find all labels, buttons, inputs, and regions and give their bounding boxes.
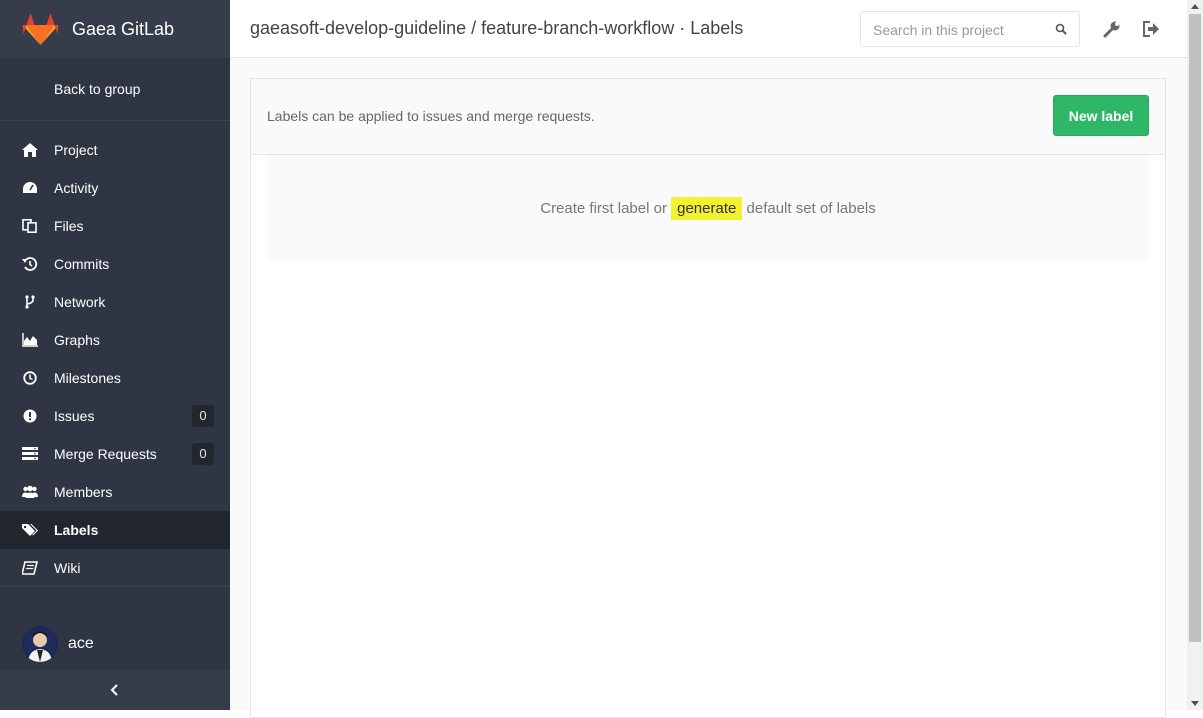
area-chart-icon [22,333,38,347]
page-scrollbar[interactable] [1187,0,1203,710]
history-icon [22,257,38,271]
sidebar-item-label: Project [54,142,98,158]
sidebar-item-merge-requests[interactable]: Merge Requests 0 [0,435,230,473]
sidebar-item-label: Issues [54,408,95,424]
current-user[interactable]: ace [0,618,230,670]
scroll-up-arrow-icon[interactable] [1191,4,1199,9]
sidebar-item-files[interactable]: Files [0,207,230,245]
sidebar-item-label: Merge Requests [54,446,157,462]
collapse-sidebar-button[interactable] [0,670,230,710]
sidebar-item-issues[interactable]: Issues 0 [0,397,230,435]
avatar-image-icon [22,626,58,662]
page-title: gaeasoft-develop-guideline / feature-bra… [250,18,744,38]
sidebar-item-label: Members [54,484,113,500]
main-content: Labels can be applied to issues and merg… [230,58,1187,718]
wrench-icon[interactable] [1103,20,1121,38]
app-name: Gaea GitLab [72,18,175,39]
labels-description: Labels can be applied to issues and merg… [267,108,595,124]
clock-icon [23,371,37,385]
labels-header: Labels can be applied to issues and merg… [251,79,1165,155]
sidebar-item-labels[interactable]: Labels [0,511,230,549]
sidebar-item-label: Graphs [54,332,100,348]
book-icon [22,561,38,575]
sidebar-item-label: Labels [54,522,99,538]
sidebar-item-label: Wiki [54,560,81,576]
sidebar-item-label: Activity [54,180,99,196]
sidebar: Gaea GitLab Back to group Project Activi… [0,0,230,710]
gitlab-logo-icon [22,13,59,45]
scroll-down-arrow-icon[interactable] [1191,701,1199,706]
new-label-button[interactable]: New label [1053,95,1149,136]
merge-request-icon [22,447,38,460]
search-icon [1055,23,1067,35]
empty-state-message: Create first label or generate default s… [267,197,1149,220]
sidebar-item-network[interactable]: Network [0,283,230,321]
sidebar-item-activity[interactable]: Activity [0,169,230,207]
sidebar-item-label: Milestones [54,370,121,386]
scrollbar-thumb[interactable] [1189,14,1201,642]
chevron-left-icon [110,684,118,696]
sidebar-item-members[interactable]: Members [0,473,230,511]
users-icon [22,485,38,498]
labels-panel: Labels can be applied to issues and merg… [250,78,1166,718]
empty-state: Create first label or generate default s… [267,155,1149,260]
brand-header[interactable]: Gaea GitLab [0,0,230,58]
code-fork-icon [25,295,35,309]
home-icon [22,143,38,157]
sign-out-icon[interactable] [1142,20,1160,38]
tags-icon [22,524,38,536]
sidebar-item-project[interactable]: Project [0,131,230,169]
top-header: gaeasoft-develop-guideline / feature-bra… [230,0,1187,58]
search-input[interactable] [871,13,1055,47]
sidebar-item-label: Network [54,294,106,310]
sidebar-item-milestones[interactable]: Milestones [0,359,230,397]
sidebar-item-graphs[interactable]: Graphs [0,321,230,359]
sidebar-nav: Project Activity Files Commits Network G… [0,121,230,587]
empty-state-prefix: Create first label or [540,200,672,217]
avatar[interactable] [22,626,58,662]
sidebar-item-commits[interactable]: Commits [0,245,230,283]
generate-labels-link[interactable]: generate [671,197,743,220]
project-search[interactable] [860,11,1080,47]
sidebar-item-wiki[interactable]: Wiki [0,549,230,587]
empty-state-suffix: default set of labels [742,200,876,217]
merge-requests-count-badge: 0 [192,443,214,465]
exclamation-circle-icon [23,409,37,423]
sidebar-item-label: Commits [54,256,110,272]
issues-count-badge: 0 [192,405,214,427]
back-to-group-link[interactable]: Back to group [0,58,230,121]
files-icon [22,219,37,233]
dashboard-icon [23,182,37,193]
sidebar-item-label: Files [54,218,84,234]
username: ace [68,635,94,652]
